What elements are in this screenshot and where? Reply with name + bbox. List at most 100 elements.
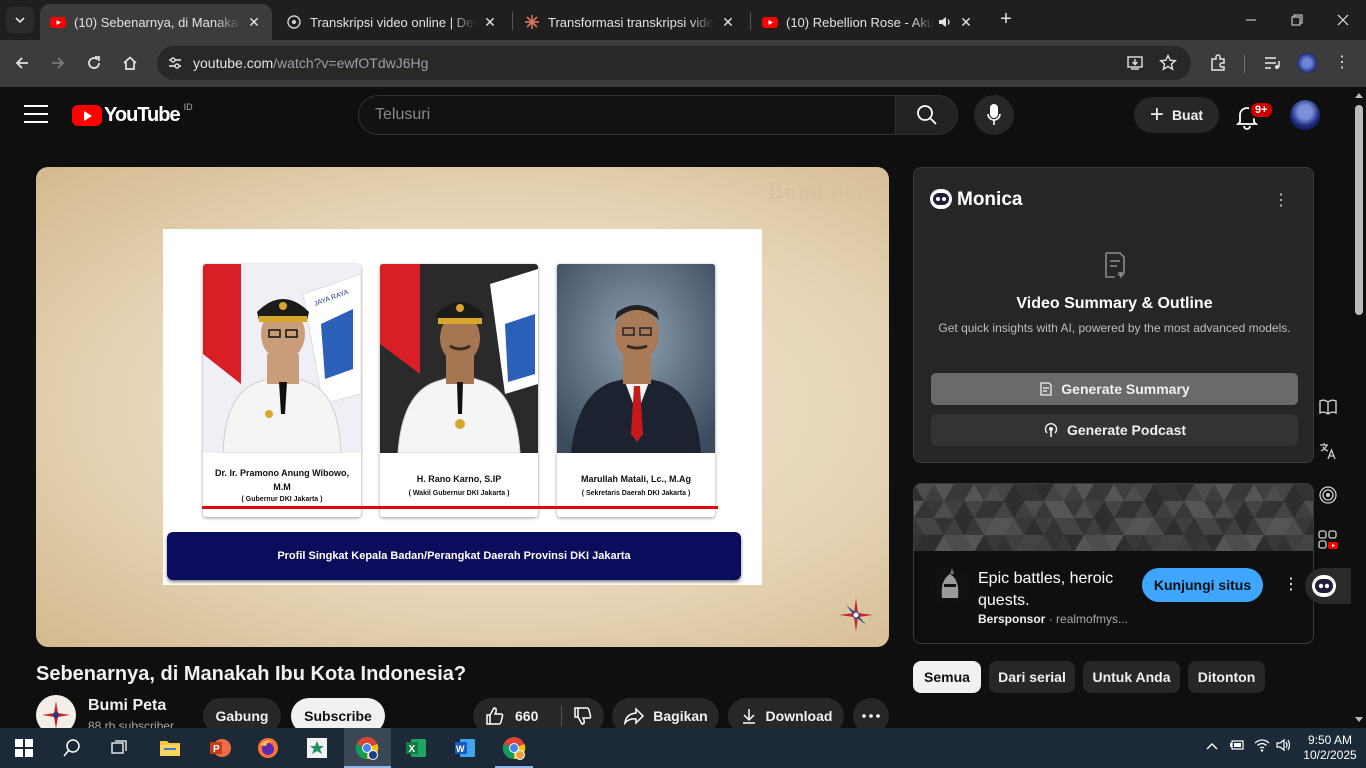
taskbar-chrome-profile[interactable] bbox=[499, 734, 529, 762]
monica-menu-icon[interactable]: ⋮ bbox=[1273, 190, 1289, 210]
close-icon bbox=[1337, 14, 1349, 26]
taskbar-clock[interactable]: 9:50 AM 10/2/2025 bbox=[1300, 733, 1360, 763]
ad-banner-image[interactable] bbox=[914, 484, 1314, 551]
ad-title[interactable]: Epic battles, heroic quests. bbox=[978, 568, 1138, 612]
slide-banner: Profil Singkat Kepala Badan/Perangkat Da… bbox=[167, 532, 741, 580]
youtube-icon bbox=[50, 17, 66, 28]
download-label: Download bbox=[765, 708, 833, 724]
back-button[interactable] bbox=[7, 48, 37, 78]
close-tab-icon[interactable]: ✕ bbox=[720, 14, 736, 31]
tab-transcription[interactable]: Transkripsi video online | Desgn ✕ bbox=[276, 4, 508, 40]
taskbar-firefox[interactable] bbox=[253, 734, 283, 762]
video-player[interactable]: Bumi Peta JAYA RAYA Dr. Ir. Pramono Anun… bbox=[36, 167, 889, 647]
book-icon bbox=[1319, 399, 1337, 415]
search-button[interactable] bbox=[895, 95, 958, 135]
podcast-rail-icon[interactable] bbox=[1316, 486, 1340, 510]
install-app-icon[interactable] bbox=[1125, 53, 1145, 73]
tab-youtube-video[interactable]: (10) Sebenarnya, di Manakah Ibu Kota Ind… bbox=[40, 4, 272, 40]
close-tab-icon[interactable]: ✕ bbox=[246, 14, 262, 31]
like-count: 660 bbox=[515, 708, 539, 724]
site-settings-icon[interactable] bbox=[165, 53, 185, 73]
taskbar-search-button[interactable] bbox=[57, 734, 87, 762]
task-view-button[interactable] bbox=[105, 734, 135, 762]
toolbar-separator bbox=[1244, 55, 1245, 73]
start-button[interactable] bbox=[9, 734, 39, 762]
official-role: ( Wakil Gubernur DKI Jakarta ) bbox=[408, 490, 510, 497]
translate-icon[interactable] bbox=[1316, 442, 1340, 466]
scroll-down-arrow[interactable] bbox=[1355, 717, 1363, 722]
media-controls-icon[interactable] bbox=[1262, 53, 1282, 73]
scrollbar-thumb[interactable] bbox=[1355, 105, 1363, 315]
read-book-icon[interactable] bbox=[1316, 398, 1340, 422]
speaker-icon bbox=[1276, 738, 1291, 752]
voice-search-button[interactable] bbox=[974, 95, 1014, 135]
scroll-up-arrow[interactable] bbox=[1355, 93, 1363, 98]
chip-from-series[interactable]: Dari serial bbox=[989, 661, 1075, 693]
close-tab-icon[interactable]: ✕ bbox=[958, 14, 974, 31]
search-box[interactable] bbox=[358, 95, 896, 135]
video-title: Sebenarnya, di Manakah Ibu Kota Indonesi… bbox=[36, 663, 467, 685]
taskbar-word[interactable]: W bbox=[450, 734, 480, 762]
search-input[interactable] bbox=[375, 106, 875, 124]
apps-youtube-icon[interactable] bbox=[1316, 530, 1340, 554]
channel-name[interactable]: Bumi Peta bbox=[88, 697, 166, 715]
chip-all[interactable]: Semua bbox=[913, 661, 981, 693]
close-window-button[interactable] bbox=[1320, 0, 1366, 40]
svg-text:W: W bbox=[456, 744, 465, 754]
chip-watched[interactable]: Ditonton bbox=[1188, 661, 1265, 693]
visit-site-button[interactable]: Kunjungi situs bbox=[1142, 568, 1263, 602]
url-path: /watch?v=ewfOTdwJ6Hg bbox=[273, 55, 429, 71]
taskbar-chrome-active[interactable] bbox=[352, 734, 382, 762]
tab-rebellion-rose[interactable]: (10) Rebellion Rose - Aku, Kamu ✕ bbox=[752, 4, 984, 40]
clock-date: 10/2/2025 bbox=[1303, 748, 1357, 762]
monica-logo-icon bbox=[1312, 575, 1336, 597]
podcast-icon bbox=[1044, 423, 1058, 437]
claude-icon bbox=[525, 15, 539, 29]
home-button[interactable] bbox=[115, 48, 145, 78]
official-name: Marullah Matali, Lc., M.Ag bbox=[580, 474, 691, 484]
profile-avatar[interactable] bbox=[1297, 53, 1317, 73]
tab-claude[interactable]: Transformasi transkripsi video m ✕ bbox=[514, 4, 746, 40]
monica-title: Monica bbox=[957, 189, 1023, 210]
browser-menu-icon[interactable]: ⋮ bbox=[1334, 52, 1350, 72]
minimize-button[interactable] bbox=[1228, 0, 1274, 40]
new-tab-button[interactable]: + bbox=[994, 8, 1018, 32]
monica-subtitle: Get quick insights with AI, powered by t… bbox=[938, 321, 1291, 335]
tray-chevron-icon[interactable] bbox=[1205, 738, 1219, 754]
close-tab-icon[interactable]: ✕ bbox=[482, 14, 498, 31]
red-divider-line bbox=[202, 506, 718, 509]
taskbar-powerpoint[interactable]: P bbox=[205, 734, 235, 762]
forward-button[interactable] bbox=[43, 48, 73, 78]
page-scrollbar[interactable] bbox=[1352, 87, 1366, 728]
menu-icon[interactable] bbox=[24, 105, 48, 125]
taskbar-excel[interactable]: X bbox=[401, 734, 431, 762]
ad-sponsored-label: Bersponsor bbox=[978, 612, 1046, 626]
browser-tab-bar: (10) Sebenarnya, di Manakah Ibu Kota Ind… bbox=[0, 0, 1366, 40]
bookmark-star-icon[interactable] bbox=[1158, 53, 1178, 73]
chip-for-you[interactable]: Untuk Anda bbox=[1083, 661, 1180, 693]
share-icon bbox=[624, 707, 645, 725]
account-avatar[interactable] bbox=[1290, 100, 1320, 130]
youtube-logo[interactable]: YouTube ID bbox=[72, 102, 193, 127]
ad-menu-icon[interactable]: ⋮ bbox=[1283, 574, 1299, 594]
address-bar[interactable]: youtube.com/watch?v=ewfOTdwJ6Hg bbox=[157, 46, 1191, 80]
extensions-icon[interactable] bbox=[1208, 53, 1228, 73]
speaker-icon[interactable] bbox=[938, 15, 952, 29]
taskbar-app-star[interactable] bbox=[302, 734, 332, 762]
create-button[interactable]: + Buat bbox=[1134, 97, 1219, 133]
ad-domain: realmofmys... bbox=[1056, 612, 1129, 626]
reload-button[interactable] bbox=[79, 48, 109, 78]
ad-advertiser-icon[interactable] bbox=[930, 566, 970, 606]
restore-button[interactable] bbox=[1274, 0, 1320, 40]
generate-summary-button[interactable]: Generate Summary bbox=[931, 373, 1298, 405]
generate-podcast-button[interactable]: Generate Podcast bbox=[931, 414, 1298, 446]
sponsored-ad-card[interactable]: Epic battles, heroic quests. Bersponsor … bbox=[913, 483, 1314, 644]
official-role: ( Gubernur DKI Jakarta ) bbox=[241, 496, 323, 503]
monica-launcher-button[interactable] bbox=[1305, 568, 1351, 604]
taskbar-file-explorer[interactable] bbox=[155, 734, 185, 762]
tab-separator bbox=[750, 12, 751, 30]
battery-icon[interactable] bbox=[1229, 738, 1245, 755]
wifi-icon[interactable] bbox=[1254, 738, 1270, 755]
volume-icon[interactable] bbox=[1276, 738, 1292, 755]
tab-search-button[interactable] bbox=[6, 7, 34, 33]
